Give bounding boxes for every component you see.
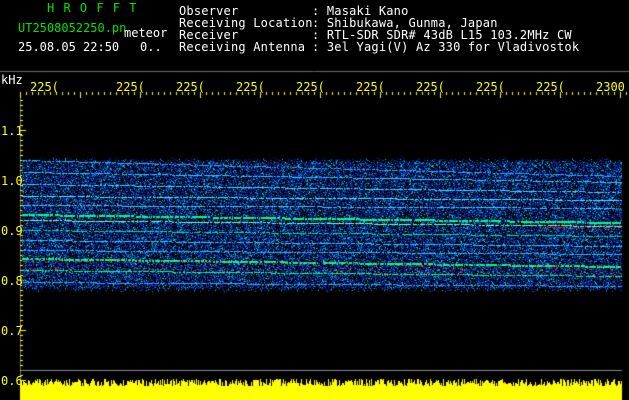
datetime-label: 25.08.05 22:50	[18, 40, 120, 54]
y-tick-label: 1.0	[1, 174, 23, 188]
x-tick-label: 225(	[236, 80, 265, 94]
x-tick-label: 225(	[116, 80, 145, 94]
y-tick-label: 0.6	[1, 374, 23, 388]
y-tick-label: 1.1	[1, 124, 23, 138]
x-tick-label: 225(	[536, 80, 565, 94]
x-tick-label: 225(	[296, 80, 325, 94]
x-tick-label: 225(	[476, 80, 505, 94]
filename-label: UT2508052250.pn	[18, 21, 127, 35]
x-tick-label: 2300	[596, 80, 625, 94]
y-tick-label: 0.8	[1, 274, 23, 288]
x-tick-label: 225(	[356, 80, 385, 94]
app-brand: H R O F F T	[47, 1, 138, 15]
value-label: 0..	[140, 40, 162, 54]
y-tick-label: 0.7	[1, 324, 23, 338]
x-tick-label: 225(	[30, 80, 59, 94]
y-axis-unit: kHz	[1, 73, 23, 87]
spectrogram-canvas	[0, 0, 629, 400]
mode-label: meteor	[124, 26, 168, 40]
antenna-value: : 3el Yagi(V) Az 330 for Vladivostok	[312, 40, 580, 54]
x-tick-label: 225(	[176, 80, 205, 94]
y-tick-label: 0.9	[1, 224, 23, 238]
antenna-label: Receiving Antenna	[179, 40, 306, 54]
x-tick-label: 225(	[416, 80, 445, 94]
